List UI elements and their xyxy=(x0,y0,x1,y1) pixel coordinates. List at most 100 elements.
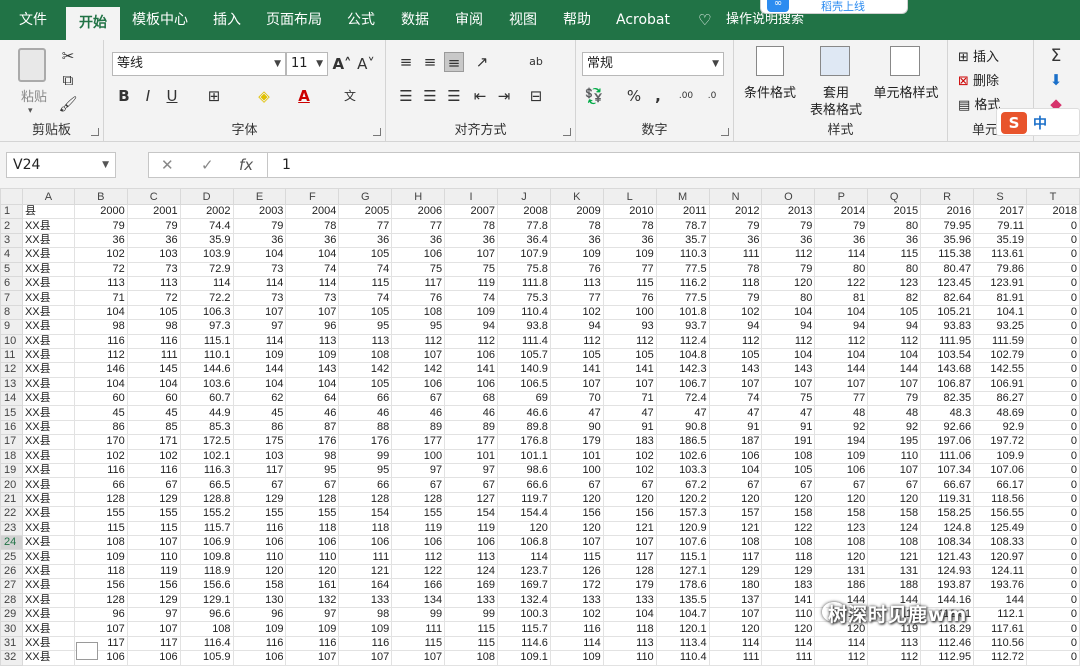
cell[interactable]: XX县 xyxy=(21,592,75,608)
cell[interactable]: 176 xyxy=(285,434,340,450)
cell[interactable]: 94 xyxy=(549,319,604,335)
cell[interactable]: 106.91 xyxy=(973,376,1027,393)
cell[interactable]: 113 xyxy=(126,275,181,292)
cell[interactable]: 36 xyxy=(391,232,446,249)
paste-icon[interactable] xyxy=(18,48,46,82)
cell[interactable]: 107 xyxy=(126,621,181,637)
cell[interactable]: 115.1 xyxy=(655,549,710,565)
cell[interactable]: 46.6 xyxy=(497,405,551,421)
cell[interactable]: XX县 xyxy=(21,232,75,249)
cell[interactable]: 195 xyxy=(867,434,922,450)
cell[interactable]: 124 xyxy=(444,563,498,580)
cell[interactable]: 96 xyxy=(232,606,287,623)
cell[interactable]: 2000 xyxy=(73,203,128,220)
cell[interactable]: 67 xyxy=(708,477,763,493)
column-header[interactable]: D xyxy=(179,188,234,205)
cell[interactable]: 154.4 xyxy=(497,506,551,522)
cell[interactable]: 67.2 xyxy=(655,477,710,493)
cell[interactable]: 116 xyxy=(232,635,287,652)
cell[interactable]: XX县 xyxy=(21,362,75,378)
cell[interactable]: 122 xyxy=(814,275,869,292)
cell[interactable]: 161 xyxy=(285,578,340,594)
cell[interactable]: 106 xyxy=(814,463,869,479)
cell[interactable]: 117 xyxy=(602,549,657,565)
cell[interactable]: 76 xyxy=(549,261,604,277)
paste-options-icon[interactable] xyxy=(76,642,98,660)
copy-icon[interactable]: ⧉ xyxy=(58,70,78,90)
cell[interactable]: 103 xyxy=(126,247,181,263)
cell[interactable]: 155 xyxy=(126,506,181,522)
cell[interactable]: 96 xyxy=(73,606,128,623)
cell[interactable]: XX县 xyxy=(21,391,75,407)
cell[interactable]: 172 xyxy=(549,578,604,594)
cell[interactable]: 110 xyxy=(602,650,657,666)
cell[interactable]: 35.96 xyxy=(920,232,975,249)
cancel-icon[interactable]: ✕ xyxy=(161,156,174,174)
cell[interactable]: 118 xyxy=(285,520,340,536)
align-center-icon[interactable]: ☰ xyxy=(420,86,440,106)
cell[interactable]: 74 xyxy=(708,391,763,407)
cell[interactable]: 107 xyxy=(761,376,816,393)
cell[interactable]: 0 xyxy=(1026,534,1080,551)
cell[interactable]: 78 xyxy=(444,218,498,234)
cell[interactable]: 78 xyxy=(549,218,604,234)
cell[interactable]: 88 xyxy=(338,419,393,436)
cell[interactable]: 114 xyxy=(708,635,763,652)
cell[interactable]: 154 xyxy=(338,506,393,522)
cell[interactable]: 36 xyxy=(602,232,657,249)
cell[interactable]: 112 xyxy=(391,549,446,565)
cell[interactable]: 110.3 xyxy=(655,247,710,263)
cell[interactable]: 111.4 xyxy=(497,333,551,349)
cell[interactable]: 106 xyxy=(232,650,287,666)
cell[interactable]: 120 xyxy=(814,549,869,565)
cell[interactable]: 106.87 xyxy=(920,376,975,393)
cell[interactable]: 116.4 xyxy=(179,635,234,652)
cell[interactable]: 2004 xyxy=(285,203,340,220)
cell[interactable]: 112 xyxy=(761,333,816,349)
docer-popup[interactable]: ∞ 稻壳上线 xyxy=(760,0,908,14)
cell[interactable]: 100 xyxy=(549,463,604,479)
cell[interactable]: XX县 xyxy=(21,319,75,335)
cell[interactable]: 109 xyxy=(285,621,340,637)
cell[interactable]: XX县 xyxy=(21,376,75,393)
cell[interactable]: XX县 xyxy=(21,578,75,594)
cell[interactable]: 92.9 xyxy=(973,419,1027,436)
cell[interactable]: 105 xyxy=(867,304,922,321)
cell[interactable]: 0 xyxy=(1026,232,1080,249)
row-header[interactable]: 23 xyxy=(0,520,23,536)
cell[interactable]: 123 xyxy=(814,520,869,536)
cell[interactable]: 120 xyxy=(708,621,763,637)
cell[interactable]: 0 xyxy=(1026,419,1080,436)
cell[interactable]: XX县 xyxy=(21,650,75,666)
cell[interactable]: 110 xyxy=(285,549,340,565)
cell[interactable]: 85.3 xyxy=(179,419,234,436)
cell[interactable]: 112 xyxy=(867,333,922,349)
cell[interactable]: 107.06 xyxy=(973,463,1027,479)
cell[interactable]: 77 xyxy=(338,218,393,234)
cell[interactable]: 98 xyxy=(338,606,393,623)
cell[interactable]: 114 xyxy=(761,635,816,652)
clipboard-launcher[interactable] xyxy=(91,128,99,136)
cell[interactable]: 67 xyxy=(761,477,816,493)
cell[interactable]: 86.27 xyxy=(973,391,1027,407)
cell[interactable]: 76 xyxy=(602,290,657,306)
cell[interactable]: 121 xyxy=(867,549,922,565)
cell[interactable]: 90.8 xyxy=(655,419,710,436)
cell[interactable]: 47 xyxy=(602,405,657,421)
cell[interactable]: 0 xyxy=(1026,448,1080,465)
cell[interactable]: 179 xyxy=(602,578,657,594)
cell[interactable]: 119 xyxy=(391,520,446,536)
cell[interactable]: 82.35 xyxy=(920,391,975,407)
cell[interactable]: 110.56 xyxy=(973,635,1027,652)
cell[interactable]: 111.95 xyxy=(920,333,975,349)
cell[interactable]: 141 xyxy=(602,362,657,378)
cell[interactable]: 115 xyxy=(444,635,498,652)
bold-icon[interactable]: B xyxy=(114,86,134,106)
cell[interactable]: 186.5 xyxy=(655,434,710,450)
cell[interactable]: 130 xyxy=(232,592,287,608)
cell[interactable]: 99 xyxy=(338,448,393,465)
cell[interactable]: 77.5 xyxy=(655,290,710,306)
cell[interactable]: 106 xyxy=(708,448,763,465)
cell[interactable]: 108 xyxy=(814,534,869,551)
cell[interactable]: 94 xyxy=(444,319,498,335)
